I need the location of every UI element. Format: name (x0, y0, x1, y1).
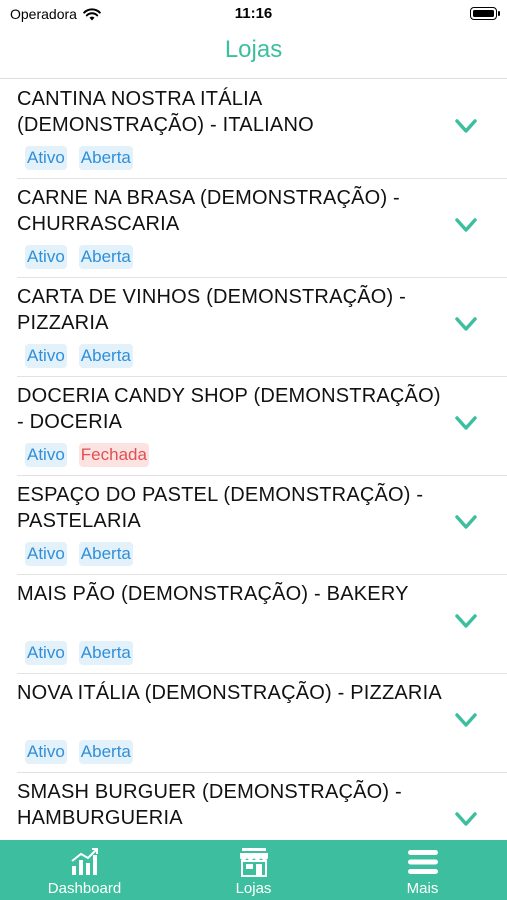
chart-icon (70, 848, 98, 875)
store-badges: Ativo Aberta (25, 641, 133, 665)
store-badges: Ativo Aberta (25, 740, 133, 764)
store-name: MAIS PÃO (DEMONSTRAÇÃO) - BAKERY (17, 583, 409, 605)
store-badges: Ativo Aberta (25, 245, 133, 269)
open-badge: Aberta (78, 641, 133, 665)
status-badge: Ativo (25, 146, 67, 170)
store-item[interactable]: CANTINA NOSTRA ITÁLIA (DEMONSTRAÇÃO) - I… (17, 80, 507, 179)
store-name: NOVA ITÁLIA (DEMONSTRAÇÃO) - PIZZARIA (17, 682, 442, 704)
chevron-down-icon[interactable] (455, 217, 477, 233)
open-badge: Aberta (78, 146, 133, 170)
status-badge: Ativo (25, 344, 67, 368)
battery-icon (470, 7, 500, 20)
store-list: CANTINA NOSTRA ITÁLIA (DEMONSTRAÇÃO) - I… (0, 80, 507, 840)
chevron-down-icon[interactable] (455, 712, 477, 728)
store-badges: Ativo Aberta (25, 146, 133, 170)
open-badge: Aberta (78, 542, 133, 566)
tab-lojas[interactable]: Lojas (169, 840, 338, 900)
store-badges: Ativo Fechada (25, 443, 149, 467)
store-item[interactable]: CARTA DE VINHOS (DEMONSTRAÇÃO) - PIZZARI… (17, 278, 507, 377)
tab-label: Dashboard (47, 880, 122, 897)
store-item[interactable]: MAIS PÃO (DEMONSTRAÇÃO) - BAKERY Ativo A… (17, 575, 507, 674)
store-item[interactable]: CARNE NA BRASA (DEMONSTRAÇÃO) - CHURRASC… (17, 179, 507, 278)
status-badge: Ativo (25, 740, 67, 764)
store-badges: Ativo Aberta (25, 344, 133, 368)
chevron-down-icon[interactable] (455, 316, 477, 332)
chevron-down-icon[interactable] (455, 415, 477, 431)
header-divider (0, 78, 507, 79)
tab-label: Mais (406, 880, 439, 897)
page-title: Lojas (224, 36, 283, 63)
store-name: CARNE NA BRASA (DEMONSTRAÇÃO) - CHURRASC… (17, 187, 400, 235)
store-item[interactable]: NOVA ITÁLIA (DEMONSTRAÇÃO) - PIZZARIA At… (17, 674, 507, 773)
tab-bar: Dashboard Lojas Mais (0, 840, 507, 900)
store-item[interactable]: ESPAÇO DO PASTEL (DEMONSTRAÇÃO) - PASTEL… (17, 476, 507, 575)
status-badge: Ativo (25, 245, 67, 269)
open-badge: Aberta (78, 344, 133, 368)
chevron-down-icon[interactable] (455, 811, 477, 827)
store-badges: Ativo Aberta (25, 542, 133, 566)
closed-badge: Fechada (78, 443, 149, 467)
menu-icon (407, 850, 438, 874)
clock: 11:16 (234, 5, 273, 22)
status-bar: Operadora 11:16 (0, 0, 507, 28)
status-badge: Ativo (25, 443, 67, 467)
store-name: CANTINA NOSTRA ITÁLIA (DEMONSTRAÇÃO) - I… (17, 88, 314, 136)
tab-mais[interactable]: Mais (338, 840, 507, 900)
chevron-down-icon[interactable] (455, 118, 477, 134)
tab-dashboard[interactable]: Dashboard (0, 840, 169, 900)
store-name: DOCERIA CANDY SHOP (DEMONSTRAÇÃO) - DOCE… (17, 385, 441, 433)
status-badge: Ativo (25, 641, 67, 665)
open-badge: Aberta (78, 245, 133, 269)
store-icon (239, 848, 268, 877)
store-name: SMASH BURGUER (DEMONSTRAÇÃO) - HAMBURGUE… (17, 781, 402, 829)
store-name: ESPAÇO DO PASTEL (DEMONSTRAÇÃO) - PASTEL… (17, 484, 424, 532)
status-badge: Ativo (25, 542, 67, 566)
store-item[interactable]: SMASH BURGUER (DEMONSTRAÇÃO) - HAMBURGUE… (17, 773, 507, 840)
store-name: CARTA DE VINHOS (DEMONSTRAÇÃO) - PIZZARI… (17, 286, 407, 334)
store-item[interactable]: DOCERIA CANDY SHOP (DEMONSTRAÇÃO) - DOCE… (17, 377, 507, 476)
chevron-down-icon[interactable] (455, 514, 477, 530)
open-badge: Aberta (78, 740, 133, 764)
chevron-down-icon[interactable] (455, 613, 477, 629)
tab-label: Lojas (235, 880, 272, 897)
